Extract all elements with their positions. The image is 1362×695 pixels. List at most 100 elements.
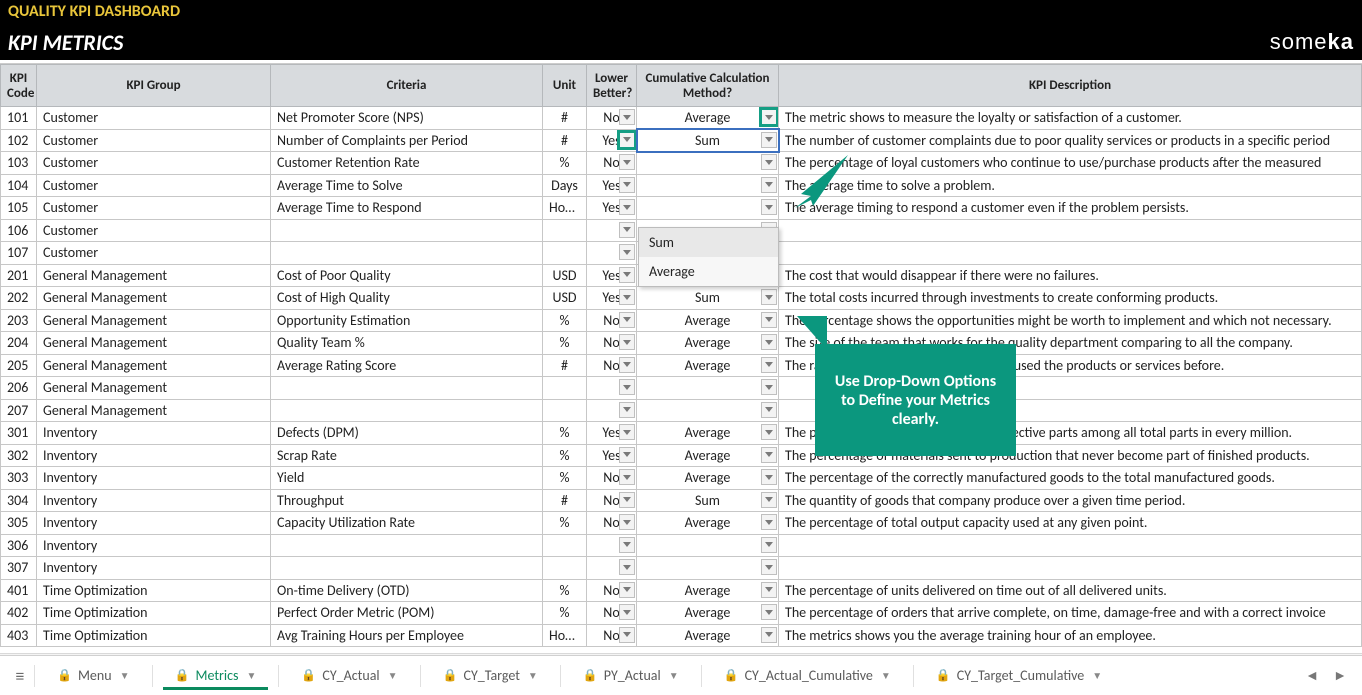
- cell[interactable]: Days: [543, 174, 587, 197]
- cell[interactable]: [779, 534, 1362, 557]
- cell[interactable]: No: [587, 152, 637, 175]
- dropdown-arrow-icon[interactable]: [619, 312, 635, 328]
- cell[interactable]: 401: [1, 579, 37, 602]
- dropdown-option-sum[interactable]: Sum: [639, 228, 778, 257]
- cell[interactable]: [779, 557, 1362, 580]
- cell[interactable]: [587, 377, 637, 400]
- cell[interactable]: [271, 242, 543, 265]
- cell[interactable]: Time Optimization: [37, 624, 271, 647]
- cell[interactable]: Scrap Rate: [271, 444, 543, 467]
- cell[interactable]: %: [543, 602, 587, 625]
- cell[interactable]: Cost of High Quality: [271, 287, 543, 310]
- dropdown-arrow-icon[interactable]: [761, 154, 777, 170]
- cell[interactable]: 302: [1, 444, 37, 467]
- tab-cy-target-cumulative[interactable]: 🔒CY_Target_Cumulative▼: [924, 661, 1114, 690]
- cell[interactable]: Yes: [587, 174, 637, 197]
- cell[interactable]: [637, 377, 779, 400]
- cell[interactable]: [587, 534, 637, 557]
- cell[interactable]: No: [587, 579, 637, 602]
- cell[interactable]: Average: [637, 602, 779, 625]
- cell[interactable]: [637, 557, 779, 580]
- cell[interactable]: General Management: [37, 264, 271, 287]
- cell[interactable]: 303: [1, 467, 37, 490]
- cell[interactable]: The percentage of orders that arrive com…: [779, 602, 1362, 625]
- cell[interactable]: 102: [1, 129, 37, 152]
- cell[interactable]: General Management: [37, 309, 271, 332]
- cell[interactable]: The number of customer complaints due to…: [779, 129, 1362, 152]
- cell[interactable]: 305: [1, 512, 37, 535]
- dropdown-arrow-icon[interactable]: [761, 514, 777, 530]
- dropdown-arrow-icon[interactable]: [761, 627, 777, 643]
- cell[interactable]: 402: [1, 602, 37, 625]
- cell[interactable]: The total costs incurred through investm…: [779, 287, 1362, 310]
- cell[interactable]: 106: [1, 219, 37, 242]
- tab-py-actual[interactable]: 🔒PY_Actual▼: [571, 661, 691, 690]
- cell[interactable]: 101: [1, 107, 37, 130]
- dropdown-arrow-icon[interactable]: [761, 132, 777, 148]
- cell[interactable]: Average: [637, 107, 779, 130]
- cell[interactable]: Customer: [37, 152, 271, 175]
- cell[interactable]: The percentage of the correctly manufact…: [779, 467, 1362, 490]
- dropdown-arrow-icon[interactable]: [761, 469, 777, 485]
- cell[interactable]: Net Promoter Score (NPS): [271, 107, 543, 130]
- dropdown-arrow-icon[interactable]: [619, 199, 635, 215]
- cell[interactable]: USD: [543, 264, 587, 287]
- cell[interactable]: The percentage of units delivered on tim…: [779, 579, 1362, 602]
- cell[interactable]: [543, 219, 587, 242]
- tab-scroll-right[interactable]: ►: [1330, 667, 1350, 684]
- cell[interactable]: Inventory: [37, 557, 271, 580]
- cell[interactable]: [543, 242, 587, 265]
- dropdown-arrow-icon[interactable]: [619, 604, 635, 620]
- cell[interactable]: Customer: [37, 107, 271, 130]
- cell[interactable]: %: [543, 152, 587, 175]
- cell[interactable]: The percentage of loyal customers who co…: [779, 152, 1362, 175]
- cell[interactable]: On-time Delivery (OTD): [271, 579, 543, 602]
- cell[interactable]: No: [587, 107, 637, 130]
- cell[interactable]: Inventory: [37, 512, 271, 535]
- dropdown-arrow-icon[interactable]: [761, 447, 777, 463]
- cell[interactable]: The average time to solve a problem.: [779, 174, 1362, 197]
- dropdown-arrow-icon[interactable]: [761, 109, 777, 125]
- cell[interactable]: The percentage of total output capacity …: [779, 512, 1362, 535]
- dropdown-arrow-icon[interactable]: [761, 379, 777, 395]
- cell[interactable]: Inventory: [37, 444, 271, 467]
- tab-cy-actual-cumulative[interactable]: 🔒CY_Actual_Cumulative▼: [712, 661, 903, 690]
- cell[interactable]: Customer: [37, 174, 271, 197]
- cell[interactable]: Average: [637, 444, 779, 467]
- dropdown-arrow-icon[interactable]: [761, 312, 777, 328]
- cell[interactable]: Average: [637, 332, 779, 355]
- cell[interactable]: Perfect Order Metric (POM): [271, 602, 543, 625]
- cell[interactable]: [271, 377, 543, 400]
- cell[interactable]: %: [543, 579, 587, 602]
- cell[interactable]: Inventory: [37, 422, 271, 445]
- ccm-dropdown-menu[interactable]: Sum Average: [638, 227, 779, 287]
- cell[interactable]: General Management: [37, 332, 271, 355]
- dropdown-arrow-icon[interactable]: [761, 289, 777, 305]
- cell[interactable]: Customer: [37, 242, 271, 265]
- cell[interactable]: Average: [637, 467, 779, 490]
- cell[interactable]: General Management: [37, 399, 271, 422]
- dropdown-arrow-icon[interactable]: [619, 627, 635, 643]
- cell[interactable]: #: [543, 107, 587, 130]
- dropdown-arrow-icon[interactable]: [761, 334, 777, 350]
- cell[interactable]: No: [587, 332, 637, 355]
- cell[interactable]: [779, 377, 1362, 400]
- cell[interactable]: Sum: [637, 129, 779, 152]
- cell[interactable]: USD: [543, 287, 587, 310]
- cell[interactable]: #: [543, 489, 587, 512]
- cell[interactable]: [543, 534, 587, 557]
- cell[interactable]: No: [587, 489, 637, 512]
- cell[interactable]: 203: [1, 309, 37, 332]
- cell[interactable]: [587, 399, 637, 422]
- cell[interactable]: Average: [637, 422, 779, 445]
- cell[interactable]: The percentage shows the opportunities m…: [779, 309, 1362, 332]
- cell[interactable]: 204: [1, 332, 37, 355]
- cell[interactable]: [637, 152, 779, 175]
- cell[interactable]: %: [543, 422, 587, 445]
- cell[interactable]: Time Optimization: [37, 579, 271, 602]
- cell[interactable]: Throughput: [271, 489, 543, 512]
- tab-cy-actual[interactable]: 🔒CY_Actual▼: [289, 661, 409, 690]
- cell[interactable]: 304: [1, 489, 37, 512]
- dropdown-option-average[interactable]: Average: [639, 257, 778, 286]
- cell[interactable]: Yes: [587, 264, 637, 287]
